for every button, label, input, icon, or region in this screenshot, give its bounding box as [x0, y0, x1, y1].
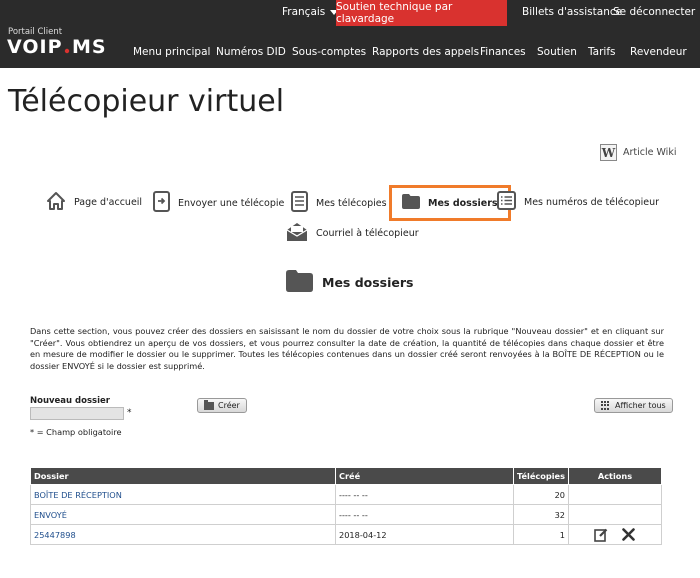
created-cell: ---- -- --	[335, 504, 514, 525]
nav-did-numbers[interactable]: Numéros DID	[216, 46, 286, 58]
menu-my-fax-numbers-label: Mes numéros de télécopieur	[524, 196, 660, 208]
list-icon	[497, 191, 516, 213]
logo-graphic: VOIP MS	[7, 36, 107, 58]
create-button[interactable]: Créer	[197, 398, 247, 413]
language-selector[interactable]: Français	[282, 6, 339, 18]
new-folder-input[interactable]	[30, 407, 124, 420]
menu-my-fax-numbers[interactable]: Mes numéros de télécopieur	[497, 191, 659, 213]
svg-text:VOIP: VOIP	[7, 36, 63, 58]
section-title: Mes dossiers	[322, 275, 414, 290]
fax-count-cell: 20	[513, 484, 569, 505]
show-all-button[interactable]: Afficher tous	[594, 398, 673, 413]
nav-main-menu[interactable]: Menu principal	[133, 46, 210, 58]
actions-cell	[567, 504, 663, 525]
send-document-icon	[153, 191, 170, 215]
col-created: Créé	[335, 467, 514, 485]
table-row: 25447898 2018-04-12 1	[30, 524, 663, 545]
folder-icon	[286, 270, 313, 295]
voipms-logo[interactable]: VOIP MS	[7, 36, 115, 64]
folder-link-sent[interactable]: ENVOYÉ	[34, 510, 67, 520]
grid-icon	[601, 400, 611, 411]
required-note: * = Champ obligatoire	[30, 427, 122, 437]
logout-link[interactable]: Se déconnecter	[613, 6, 695, 18]
menu-send-fax-label: Envoyer une télécopie	[178, 197, 285, 209]
nav-call-reports[interactable]: Rapports des appels	[372, 46, 479, 58]
col-faxes: Télécopies	[513, 467, 569, 485]
menu-home[interactable]: Page d'accueil	[46, 191, 142, 214]
delete-icon[interactable]	[622, 527, 636, 542]
page-title: Télécopieur virtuel	[8, 84, 285, 119]
wikipedia-icon: W	[600, 144, 617, 161]
edit-icon[interactable]	[594, 528, 608, 542]
section-header: Mes dossiers	[286, 270, 414, 295]
show-all-button-label: Afficher tous	[615, 401, 666, 410]
folder-link-custom[interactable]: 25447898	[34, 530, 76, 540]
nav-reseller[interactable]: Revendeur	[630, 46, 687, 58]
actions-cell	[567, 524, 663, 545]
wiki-label: Article Wiki	[623, 147, 677, 158]
menu-email-to-fax[interactable]: Courriel à télécopieur	[286, 222, 419, 245]
fax-count-cell: 1	[513, 524, 569, 545]
menu-my-faxes[interactable]: Mes télécopies	[291, 191, 387, 215]
menu-my-faxes-label: Mes télécopies	[316, 197, 387, 209]
new-folder-label: Nouveau dossier	[30, 396, 110, 406]
required-star: *	[127, 408, 132, 418]
svg-text:MS: MS	[72, 36, 107, 58]
language-label: Français	[282, 6, 326, 18]
tickets-link[interactable]: Billets d'assistance	[522, 6, 622, 18]
table-row: BOÎTE DE RÉCEPTION ---- -- -- 20	[30, 484, 663, 505]
created-cell: ---- -- --	[335, 484, 514, 505]
nav-support[interactable]: Soutien	[537, 46, 577, 58]
menu-send-fax[interactable]: Envoyer une télécopie	[153, 191, 284, 215]
actions-cell	[567, 484, 663, 505]
list-document-icon	[291, 191, 308, 215]
col-folder: Dossier	[30, 467, 336, 485]
nav-finances[interactable]: Finances	[480, 46, 526, 58]
top-header: Français Soutien technique par clavardag…	[0, 0, 700, 68]
created-cell: 2018-04-12	[335, 524, 514, 545]
section-description: Dans cette section, vous pouvez créer de…	[30, 326, 664, 371]
nav-sub-accounts[interactable]: Sous-comptes	[292, 46, 366, 58]
folder-icon	[402, 194, 420, 212]
envelope-icon	[286, 222, 308, 245]
support-chat-button[interactable]: Soutien technique par clavardage	[336, 0, 507, 26]
fax-count-cell: 32	[513, 504, 569, 525]
folder-link-inbox[interactable]: BOÎTE DE RÉCEPTION	[34, 490, 122, 500]
menu-my-folders-label: Mes dossiers	[428, 197, 498, 209]
folders-table: Dossier Créé Télécopies Actions BOÎTE DE…	[30, 467, 663, 545]
menu-home-label: Page d'accueil	[74, 197, 143, 208]
create-button-label: Créer	[218, 401, 240, 410]
col-actions: Actions	[567, 467, 663, 485]
menu-email-to-fax-label: Courriel à télécopieur	[316, 228, 419, 239]
home-icon	[46, 191, 66, 214]
nav-rates[interactable]: Tarifs	[588, 46, 616, 58]
wiki-article-link[interactable]: W Article Wiki	[600, 144, 676, 161]
folder-icon	[204, 399, 214, 410]
table-header-row: Dossier Créé Télécopies Actions	[30, 467, 663, 485]
table-row: ENVOYÉ ---- -- -- 32	[30, 504, 663, 525]
menu-my-folders[interactable]: Mes dossiers	[389, 185, 511, 221]
